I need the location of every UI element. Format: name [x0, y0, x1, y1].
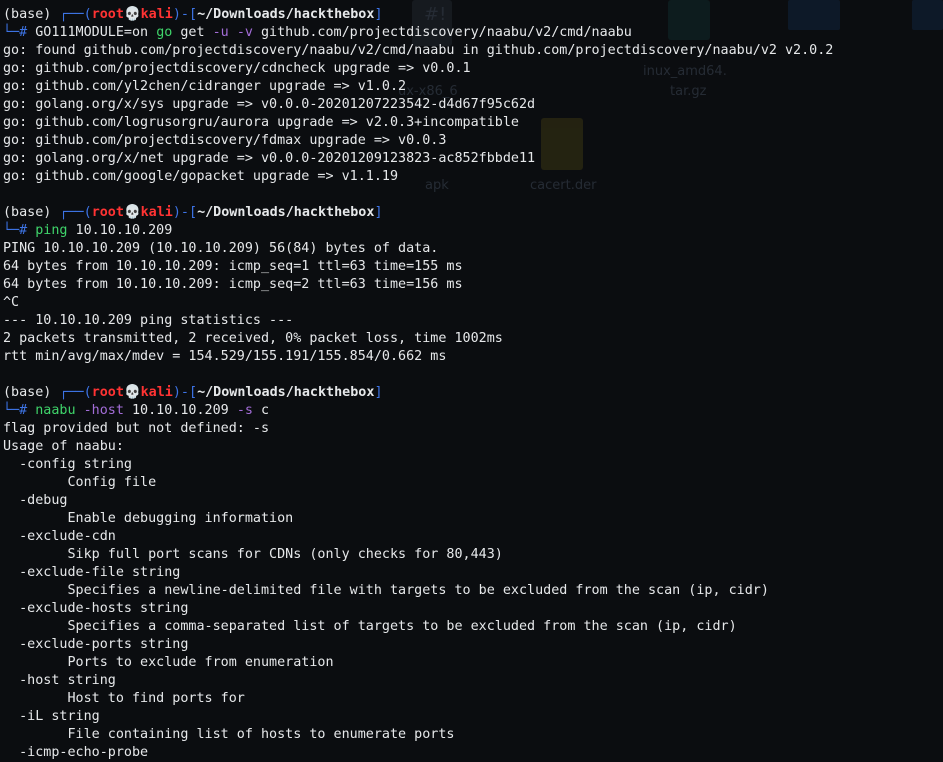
output-line: go: github.com/logrusorgru/aurora upgrad… [3, 115, 519, 130]
output-line: -host string [3, 673, 116, 688]
output-line: Usage of naabu: [3, 439, 124, 454]
output-line: go: github.com/yl2chen/cidranger upgrade… [3, 79, 407, 94]
prompt-header: (base) ┌──(root💀kali)-[~/Downloads/hackt… [3, 385, 383, 400]
output-line: -exclude-ports string [3, 637, 189, 652]
output-line: -exclude-hosts string [3, 601, 189, 616]
skull-icon: 💀 [123, 7, 141, 22]
output-line: File containing list of hosts to enumera… [3, 727, 455, 742]
output-line: Config file [3, 475, 157, 490]
command-line: └─# ping 10.10.10.209 [3, 223, 173, 238]
output-line: go: golang.org/x/sys upgrade => v0.0.0-2… [3, 97, 536, 112]
output-line: -debug [3, 493, 68, 508]
skull-icon: 💀 [123, 385, 141, 400]
output-line: go: github.com/projectdiscovery/cdncheck… [3, 61, 471, 76]
output-line: Specifies a newline-delimited file with … [3, 583, 769, 598]
command-line: └─# GO111MODULE=on go get -u -v github.c… [3, 25, 632, 40]
output-line: PING 10.10.10.209 (10.10.10.209) 56(84) … [3, 241, 439, 256]
prompt-header: (base) ┌──(root💀kali)-[~/Downloads/hackt… [3, 205, 383, 220]
output-line: Ports to exclude from enumeration [3, 655, 334, 670]
output-line: -config string [3, 457, 132, 472]
output-line: -exclude-cdn [3, 529, 116, 544]
command-line: └─# naabu -host 10.10.10.209 -s c [3, 403, 270, 418]
output-line: go: github.com/projectdiscovery/fdmax up… [3, 133, 447, 148]
output-line: --- 10.10.10.209 ping statistics --- [3, 313, 294, 328]
output-line: 2 packets transmitted, 2 received, 0% pa… [3, 331, 503, 346]
output-line: Enable debugging information [3, 511, 294, 526]
output-line: 64 bytes from 10.10.10.209: icmp_seq=2 t… [3, 277, 463, 292]
output-line: Specifies a comma-separated list of targ… [3, 619, 737, 634]
output-line: 64 bytes from 10.10.10.209: icmp_seq=1 t… [3, 259, 463, 274]
output-line: go: found github.com/projectdiscovery/na… [3, 43, 834, 58]
skull-icon: 💀 [123, 205, 141, 220]
output-line: -exclude-file string [3, 565, 181, 580]
output-line: flag provided but not defined: -s [3, 421, 270, 436]
output-line: Sikp full port scans for CDNs (only chec… [3, 547, 503, 562]
prompt-header: (base) ┌──(root💀kali)-[~/Downloads/hackt… [3, 7, 383, 22]
output-line: -icmp-echo-probe [3, 745, 149, 760]
terminal-output[interactable]: (base) ┌──(root💀kali)-[~/Downloads/hackt… [0, 0, 943, 760]
output-line: go: github.com/google/gopacket upgrade =… [3, 169, 399, 184]
output-line: ^C [3, 295, 20, 310]
output-line: -iL string [3, 709, 100, 724]
output-line: go: golang.org/x/net upgrade => v0.0.0-2… [3, 151, 536, 166]
output-line: Host to find ports for [3, 691, 245, 706]
output-line: rtt min/avg/max/mdev = 154.529/155.191/1… [3, 349, 447, 364]
